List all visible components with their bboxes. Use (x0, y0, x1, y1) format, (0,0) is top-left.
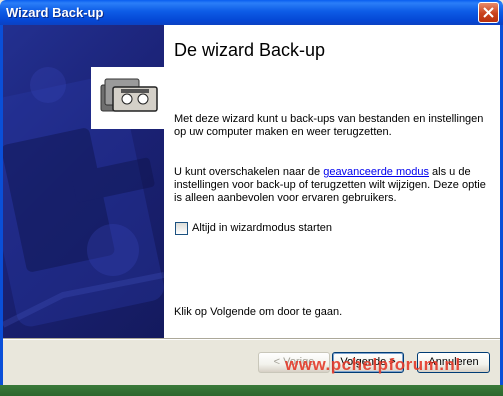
advanced-mode-text: U kunt overschakelen naar de geavanceerd… (174, 166, 496, 205)
wizard-mode-label[interactable]: Altijd in wizardmodus starten (192, 222, 332, 234)
window-title: Wizard Back-up (6, 5, 104, 20)
desktop-strip (0, 385, 503, 396)
page-title: De wizard Back-up (174, 40, 326, 60)
next-button[interactable]: Volgende > (332, 352, 404, 373)
close-button[interactable] (478, 2, 499, 23)
intro-text: Met deze wizard kunt u back-ups van best… (174, 113, 484, 138)
wizard-mode-checkbox[interactable] (175, 222, 188, 235)
continue-instruction: Klik op Volgende om door te gaan. (174, 306, 343, 318)
close-icon (483, 7, 494, 18)
back-button[interactable]: < Vorige (258, 352, 330, 373)
cancel-button[interactable]: Annuleren (417, 352, 490, 373)
wizard-content: De wizard Back-up Met deze wizard kunt u… (164, 25, 500, 338)
title-bar[interactable]: Wizard Back-up (0, 0, 503, 25)
wizard-sidebar (3, 25, 164, 338)
wizard-logo (91, 67, 164, 129)
backup-icon (100, 78, 158, 112)
divider-highlight (3, 339, 500, 340)
wizard-window: Wizard Back-up De wizard Back-up Met dez… (0, 0, 503, 396)
advanced-text-before: U kunt overschakelen naar de (174, 166, 324, 178)
advanced-mode-link[interactable]: geavanceerde modus (323, 166, 429, 178)
